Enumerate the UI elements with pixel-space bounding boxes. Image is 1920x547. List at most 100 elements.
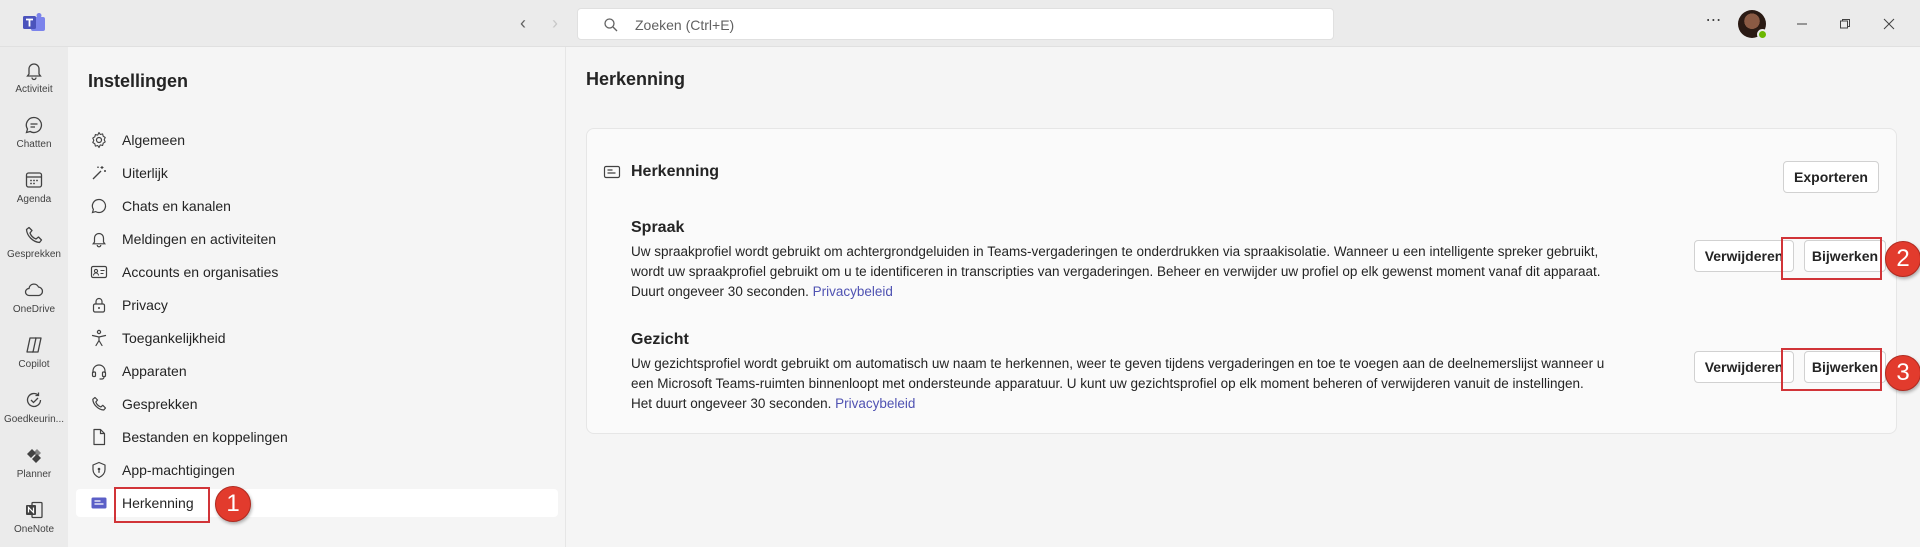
- settings-item-chats[interactable]: Chats en kanalen: [76, 192, 558, 220]
- recognition-icon: [603, 165, 621, 179]
- settings-item-notifications[interactable]: Meldingen en activiteiten: [76, 225, 558, 253]
- settings-item-label: Accounts en organisaties: [122, 264, 279, 280]
- lock-icon: [92, 297, 106, 313]
- teams-logo-icon[interactable]: [22, 12, 46, 34]
- accessibility-icon: [91, 329, 107, 347]
- rail-label: Chatten: [16, 139, 52, 150]
- rail-label: OneDrive: [12, 304, 56, 315]
- settings-item-label: Algemeen: [122, 132, 186, 148]
- privacy-link[interactable]: Privacybeleid: [835, 396, 915, 411]
- headset-icon: [91, 364, 107, 380]
- settings-item-devices[interactable]: Apparaten: [76, 357, 558, 385]
- title-bar: ‹ › ⋯: [0, 0, 1920, 47]
- callout-highlight-3: [1781, 348, 1882, 391]
- back-arrow-icon[interactable]: ‹: [512, 12, 534, 34]
- copilot-icon: [26, 337, 42, 353]
- callout-badge-1: 1: [215, 486, 251, 522]
- onenote-icon: [26, 501, 43, 519]
- settings-item-label: Uiterlijk: [122, 165, 168, 181]
- voice-description: Uw spraakprofiel wordt gebruikt om achte…: [631, 242, 1651, 302]
- settings-item-label: Apparaten: [122, 363, 187, 379]
- rail-label: Goedkeurin...: [3, 414, 65, 425]
- chat-icon: [25, 116, 43, 134]
- close-icon[interactable]: [1877, 12, 1901, 36]
- settings-item-label: Privacy: [122, 297, 168, 313]
- settings-item-label: Bestanden en koppelingen: [122, 429, 288, 445]
- forward-arrow-icon[interactable]: ›: [544, 12, 566, 34]
- calendar-icon: [25, 172, 43, 188]
- settings-item-general[interactable]: Algemeen: [76, 126, 558, 154]
- rail-item-planner[interactable]: Planner: [0, 438, 68, 490]
- id-card-icon: [90, 265, 108, 279]
- rail-label: Copilot: [18, 359, 50, 370]
- rail-label: OneNote: [13, 524, 55, 535]
- settings-title: Instellingen: [88, 71, 189, 91]
- rail-item-calendar[interactable]: Agenda: [0, 163, 68, 215]
- voice-heading: Spraak: [631, 219, 685, 236]
- rail-label: Activiteit: [15, 84, 53, 95]
- settings-item-files[interactable]: Bestanden en koppelingen: [76, 423, 558, 451]
- rail-label: Planner: [16, 469, 52, 480]
- search-input[interactable]: [635, 15, 1315, 35]
- delete-voice-button[interactable]: Verwijderen: [1694, 240, 1794, 272]
- phone-icon: [25, 226, 43, 244]
- callout-highlight-2: [1781, 237, 1882, 280]
- shield-icon: [92, 461, 106, 479]
- face-heading: Gezicht: [631, 331, 689, 348]
- settings-item-accessibility[interactable]: Toegankelijkheid: [76, 324, 558, 352]
- recognition-card: Herkenning Exporteren Spraak Uw spraakpr…: [586, 128, 1897, 434]
- settings-item-calls[interactable]: Gesprekken: [76, 390, 558, 418]
- voice-desc-line: Duurt ongeveer 30 seconden. Privacybelei…: [631, 284, 893, 299]
- rail-label: Agenda: [16, 194, 52, 205]
- rail-item-approvals[interactable]: Goedkeurin...: [0, 383, 68, 435]
- search-box[interactable]: [577, 8, 1334, 40]
- face-description: Uw gezichtsprofiel wordt gebruikt om aut…: [631, 354, 1651, 414]
- voice-desc-line: wordt uw spraakprofiel gebruikt om u te …: [631, 264, 1601, 279]
- cloud-icon: [24, 283, 44, 297]
- restore-icon[interactable]: [1833, 12, 1857, 36]
- minimize-icon[interactable]: [1790, 12, 1814, 36]
- settings-item-label: Chats en kanalen: [122, 198, 231, 214]
- approvals-icon: [26, 392, 42, 408]
- card-title: Herkenning: [631, 163, 720, 180]
- settings-sidebar: Instellingen Algemeen Uiterlijk Chats en…: [68, 47, 566, 547]
- gear-icon: [92, 131, 106, 149]
- more-options-icon[interactable]: ⋯: [1703, 12, 1725, 34]
- document-icon: [93, 428, 106, 446]
- callout-badge-2: 2: [1885, 241, 1920, 277]
- planner-icon: [27, 449, 41, 463]
- settings-item-label: Toegankelijkheid: [122, 330, 226, 346]
- settings-item-appearance[interactable]: Uiterlijk: [76, 159, 558, 187]
- export-button[interactable]: Exporteren: [1783, 161, 1879, 193]
- rail-label: Gesprekken: [7, 249, 61, 260]
- voice-desc-line: Uw spraakprofiel wordt gebruikt om achte…: [631, 244, 1599, 259]
- rail-item-copilot[interactable]: Copilot: [0, 328, 68, 380]
- chat-icon: [91, 198, 107, 214]
- settings-item-accounts[interactable]: Accounts en organisaties: [76, 258, 558, 286]
- app-rail: Activiteit Chatten Agenda Gesprekken One…: [0, 47, 68, 547]
- callout-badge-3: 3: [1885, 355, 1920, 391]
- page-title: Herkenning: [586, 69, 686, 89]
- phone-icon: [92, 396, 107, 411]
- settings-item-label: App-machtigingen: [122, 462, 235, 478]
- privacy-link[interactable]: Privacybeleid: [813, 284, 893, 299]
- bell-icon: [92, 232, 106, 248]
- rail-item-onedrive[interactable]: OneDrive: [0, 273, 68, 325]
- rail-item-chat[interactable]: Chatten: [0, 108, 68, 160]
- settings-item-app-permissions[interactable]: App-machtigingen: [76, 456, 558, 484]
- settings-item-label: Meldingen en activiteiten: [122, 231, 277, 247]
- recognition-icon: [91, 497, 107, 509]
- presence-status-icon: [1757, 29, 1768, 40]
- settings-item-privacy[interactable]: Privacy: [76, 291, 558, 319]
- rail-item-onenote[interactable]: OneNote: [0, 493, 68, 545]
- settings-item-label: Gesprekken: [122, 396, 198, 412]
- bell-icon: [26, 63, 42, 81]
- wand-icon: [92, 166, 106, 180]
- face-desc-line: Het duurt ongeveer 30 seconden. Privacyb…: [631, 396, 916, 411]
- main-content: Herkenning Herkenning Exporteren Spraak …: [566, 47, 1920, 547]
- rail-item-calls[interactable]: Gesprekken: [0, 218, 68, 270]
- delete-face-button[interactable]: Verwijderen: [1694, 351, 1794, 383]
- rail-item-activity[interactable]: Activiteit: [0, 53, 68, 105]
- search-icon: [604, 18, 618, 32]
- face-desc-line: Uw gezichtsprofiel wordt gebruikt om aut…: [631, 356, 1605, 371]
